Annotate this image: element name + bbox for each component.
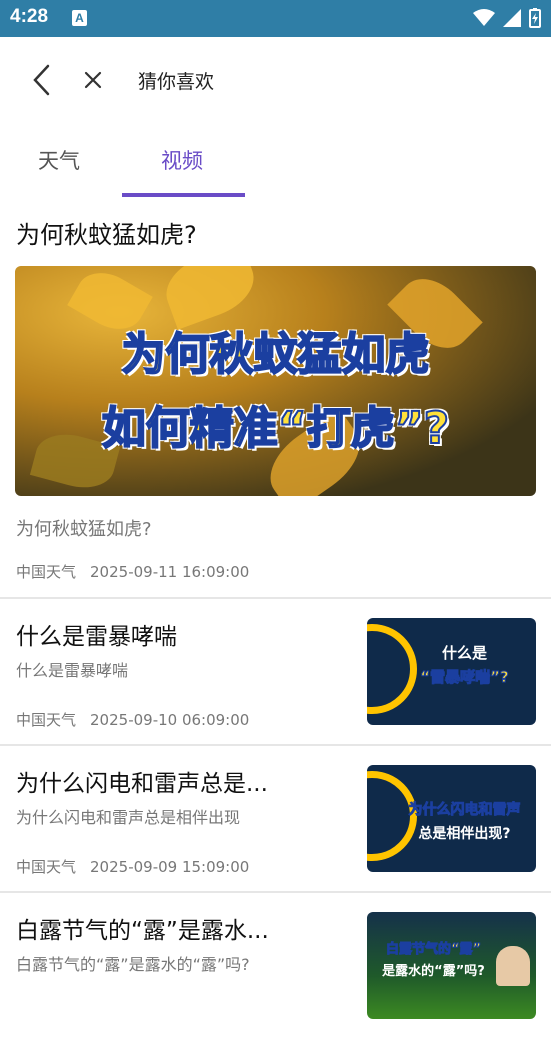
item-subtitle: 为什么闪电和雷声总是相伴出现 <box>16 808 241 827</box>
date-label: 2025-09-10 06:09:00 <box>90 711 250 729</box>
item-meta: 中国天气 2025-09-09 15:09:00 <box>16 856 249 877</box>
featured-title: 为何秋蚊猛如虎? <box>16 221 197 249</box>
wifi-icon <box>473 9 495 26</box>
item-meta: 中国天气 2025-09-10 06:09:00 <box>16 709 249 730</box>
item-thumbnail[interactable]: 白露节气的“露” 是露水的“露”吗? <box>367 912 536 1019</box>
list-item[interactable]: 白露节气的“露”是露水... 白露节气的“露”是露水的“露”吗? 白露节气的“露… <box>0 893 551 1038</box>
list-item[interactable]: 为什么闪电和雷声总是... 为什么闪电和雷声总是相伴出现 中国天气 2025-09… <box>0 746 551 891</box>
thumbnail-caption-line2: “雷暴哮喘”? <box>420 668 509 687</box>
item-title: 白露节气的“露”是露水... <box>16 918 269 944</box>
tab-indicator <box>122 193 245 197</box>
item-title: 为什么闪电和雷声总是... <box>16 771 268 797</box>
tab-bar: 天气 视频 <box>0 123 551 200</box>
source-label: 中国天气 <box>16 563 77 581</box>
thumbnail-caption-line1: 为何秋蚊猛如虎 <box>121 328 431 381</box>
status-time: 4:28 <box>10 6 49 27</box>
item-title: 什么是雷暴哮喘 <box>16 624 177 650</box>
tab-video[interactable]: 视频 <box>161 145 203 175</box>
presenter-avatar <box>496 946 530 986</box>
item-subtitle: 白露节气的“露”是露水的“露”吗? <box>16 955 250 974</box>
item-subtitle: 什么是雷暴哮喘 <box>16 661 129 680</box>
list-item[interactable]: 什么是雷暴哮喘 什么是雷暴哮喘 中国天气 2025-09-10 06:09:00 … <box>0 599 551 744</box>
featured-subtitle: 为何秋蚊猛如虎? <box>16 519 152 540</box>
notification-app-icon: A <box>72 10 87 26</box>
thumbnail-caption-line1: 白露节气的“露” <box>385 942 482 958</box>
close-icon[interactable] <box>80 67 106 93</box>
tab-weather[interactable]: 天气 <box>38 145 80 175</box>
toolbar: 猜你喜欢 <box>0 37 551 123</box>
status-bar: 4:28 A <box>0 0 551 37</box>
item-thumbnail[interactable]: 为什么闪电和雷声 总是相伴出现? <box>367 765 536 872</box>
featured-meta: 中国天气 2025-09-11 16:09:00 <box>16 561 249 582</box>
featured-thumbnail[interactable]: 为何秋蚊猛如虎 如何精准“打虎”? <box>15 266 536 496</box>
date-label: 2025-09-09 15:09:00 <box>90 858 250 876</box>
thumbnail-caption-line1: 什么是 <box>441 644 487 662</box>
status-icons <box>473 8 541 28</box>
thumbnail-caption-line2: 如何精准“打虎”? <box>101 402 450 455</box>
back-arrow-icon[interactable] <box>28 63 58 97</box>
date-label: 2025-09-11 16:09:00 <box>90 563 250 581</box>
thumbnail-caption-line2: 总是相伴出现? <box>418 826 511 842</box>
battery-icon <box>529 8 541 28</box>
source-label: 中国天气 <box>16 711 77 729</box>
thumbnail-caption-line2: 是露水的“露”吗? <box>382 964 485 979</box>
source-label: 中国天气 <box>16 858 77 876</box>
signal-icon <box>503 9 521 27</box>
item-thumbnail[interactable]: 什么是 “雷暴哮喘”? <box>367 618 536 725</box>
page-title: 猜你喜欢 <box>138 71 215 93</box>
thumbnail-caption-line1: 为什么闪电和雷声 <box>408 802 521 819</box>
